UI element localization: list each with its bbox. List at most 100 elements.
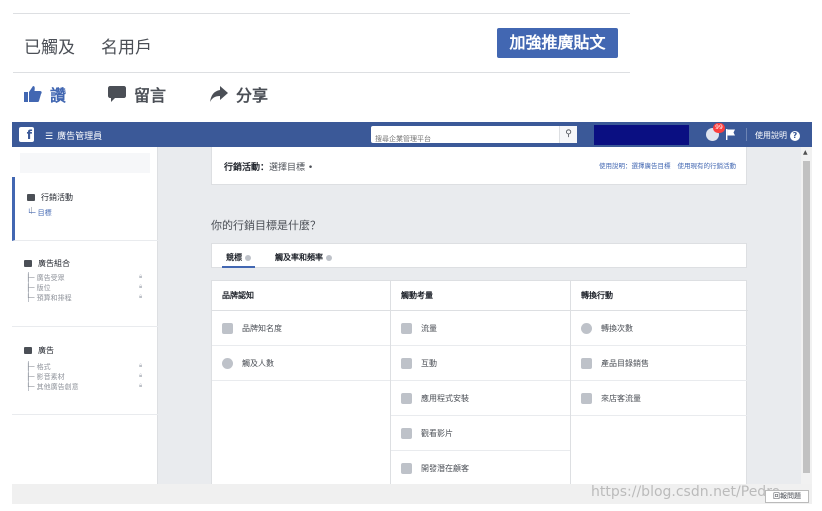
chat-bubbles-icon [401, 357, 412, 369]
share-label: 分享 [236, 86, 269, 105]
column-heading: 轉換行動 [571, 281, 748, 311]
budget-label: 預算和排程 [36, 294, 72, 302]
comment-icon [108, 86, 126, 102]
sidebar-campaign-title: 行銷活動 [27, 192, 73, 203]
objective-label: 轉換次數 [601, 323, 633, 333]
checkbox-icon [27, 194, 35, 201]
tab-auction-label: 競標 [226, 253, 242, 262]
comment-button[interactable]: 留言 [108, 82, 166, 106]
help-label: 使用說明 [755, 131, 787, 140]
facebook-logo-icon[interactable]: f [19, 127, 34, 142]
globe-icon [581, 322, 592, 334]
sidebar-item-audience[interactable]: ├─ 廣告受眾 [26, 273, 65, 283]
share-arrow-icon [210, 86, 228, 102]
lock-icon: 🔒︎ [139, 293, 143, 300]
ad-title-label: 廣告 [38, 346, 54, 355]
campaign-value[interactable]: 選擇目標 • [269, 163, 313, 173]
other-creative-label: 其他廣告創意 [36, 383, 79, 391]
sidebar-item-budget[interactable]: └─ 預算和排程 [26, 293, 72, 303]
header-separator [746, 128, 747, 141]
objective-app-installs[interactable]: 應用程式安裝 [391, 381, 570, 416]
tab-auction[interactable]: 競標 [222, 252, 255, 268]
flag-icon[interactable] [725, 129, 736, 140]
adset-title-label: 廣告組合 [38, 259, 70, 268]
boost-post-button[interactable]: 加強推廣貼文 [497, 28, 618, 58]
sidebar-ad-title: 廣告 [24, 345, 54, 356]
sidebar-section-adset[interactable]: 廣告組合 ├─ 廣告受眾 🔒︎ ├─ 版位 🔒︎ └─ 預算和排程 🔒︎ [12, 241, 158, 327]
sidebar-placeholder [20, 153, 150, 173]
use-existing-campaign-link[interactable]: 使用現有的行銷活動 [678, 162, 737, 170]
lock-icon: 🔒︎ [139, 372, 143, 379]
objective-conversions[interactable]: 轉換次數 [571, 311, 748, 346]
objective-catalog-sales[interactable]: 產品目錄銷售 [571, 346, 748, 381]
ads-manager-window: f ☰廣告管理員 ⚲ 99 使用說明? 行銷活動 └─ 目標 [12, 122, 812, 504]
sidebar-item-format[interactable]: ├─ 格式 [26, 362, 51, 372]
campaign-label: 行銷活動：選擇目標 • [224, 160, 313, 173]
scrollbar[interactable]: ▲ [801, 147, 812, 504]
shopping-cart-icon [581, 357, 592, 369]
objective-lead-generation[interactable]: 開發潛在顧客 [391, 451, 570, 486]
video-camera-icon [401, 427, 412, 439]
like-button[interactable]: 讚 [24, 82, 66, 106]
column-heading: 品牌認知 [212, 281, 390, 311]
burst-icon [222, 357, 233, 369]
cursor-icon [401, 322, 412, 334]
objective-traffic[interactable]: 流量 [391, 311, 570, 346]
notification-badge: 99 [713, 123, 725, 133]
campaign-links: 使用說明：選擇廣告目標 使用現有的行銷活動 [599, 160, 736, 170]
lock-icon: 🔒︎ [139, 362, 143, 369]
column-conversion: 轉換行動 轉換次數 產品目錄銷售 來店客流量 [570, 281, 748, 504]
scrollbar-thumb[interactable] [803, 161, 810, 473]
redacted-account-name [594, 125, 689, 145]
share-button[interactable]: 分享 [210, 82, 268, 106]
search-input[interactable] [371, 130, 557, 148]
campaign-label-text: 行銷活動： [224, 163, 270, 173]
campaign-title-label: 行銷活動 [41, 193, 73, 202]
objective-label: 觸及人數 [242, 358, 274, 368]
sidebar-section-ad[interactable]: 廣告 ├─ 格式 🔒︎ ├─ 影音素材 🔒︎ └─ 其他廣告創意 🔒︎ [12, 327, 158, 415]
campaign-bar: 行銷活動：選擇目標 • 使用說明：選擇廣告目標 使用現有的行銷活動 [211, 147, 747, 185]
objective-label: 流量 [421, 323, 437, 333]
watermark: https://blog.csdn.net/Pedro... [591, 484, 794, 500]
storefront-icon [581, 392, 592, 404]
objectives-grid: 品牌認知 品牌知名度 觸及人數 觸動考量 流量 互動 應用程式安裝 觀看影片 開… [211, 280, 748, 504]
post-divider-mid [13, 72, 630, 73]
objective-label: 應用程式安裝 [421, 393, 469, 403]
search-icon[interactable]: ⚲ [559, 126, 577, 143]
post-divider-top [13, 13, 630, 14]
objective-label: 目標 [37, 209, 52, 217]
tab-reach-label: 觸及率和頻率 [275, 253, 323, 262]
sidebar-item-placement[interactable]: ├─ 版位 [26, 283, 51, 293]
tab-reach-frequency[interactable]: 觸及率和頻率 [275, 252, 332, 263]
media-label: 影音素材 [36, 373, 65, 381]
column-consideration: 觸動考量 流量 互動 應用程式安裝 觀看影片 開發潛在顧客 [390, 281, 570, 504]
report-problem-button[interactable]: 回報問題 [765, 490, 809, 503]
help-link[interactable]: 使用說明? [755, 130, 800, 141]
audience-label: 廣告受眾 [36, 274, 65, 282]
info-icon [245, 254, 251, 261]
sidebar-section-campaign[interactable]: 行銷活動 └─ 目標 [12, 177, 158, 241]
objective-question: 你的行銷目標是什麼？ [211, 219, 321, 232]
objective-reach[interactable]: 觸及人數 [212, 346, 390, 381]
sidebar-item-objective[interactable]: └─ 目標 [27, 208, 52, 218]
megaphone-icon [222, 322, 233, 334]
objective-video-views[interactable]: 觀看影片 [391, 416, 570, 451]
scroll-up-arrow-icon[interactable]: ▲ [803, 149, 808, 156]
sidebar-item-media[interactable]: ├─ 影音素材 [26, 372, 65, 382]
ads-manager-menu[interactable]: ☰ 廣告管理員 [45, 129, 102, 142]
objective-brand-awareness[interactable]: 品牌知名度 [212, 311, 390, 346]
help-objective-link[interactable]: 使用說明：選擇廣告目標 [599, 162, 671, 170]
reach-summary: 已觸及 名用戶 [24, 33, 152, 58]
sidebar-item-other-creative[interactable]: └─ 其他廣告創意 [26, 382, 79, 392]
column-heading: 觸動考量 [391, 281, 570, 311]
placement-label: 版位 [36, 284, 51, 292]
objective-store-traffic[interactable]: 來店客流量 [571, 381, 748, 416]
grid-icon [24, 260, 32, 267]
objective-label: 產品目錄銷售 [601, 358, 649, 368]
objective-label: 互動 [421, 358, 437, 368]
objective-label: 開發潛在顧客 [421, 463, 469, 473]
objective-engagement[interactable]: 互動 [391, 346, 570, 381]
question-mark-icon: ? [790, 130, 800, 141]
objective-label: 觀看影片 [421, 428, 453, 438]
hamburger-icon: ☰ [45, 132, 54, 142]
